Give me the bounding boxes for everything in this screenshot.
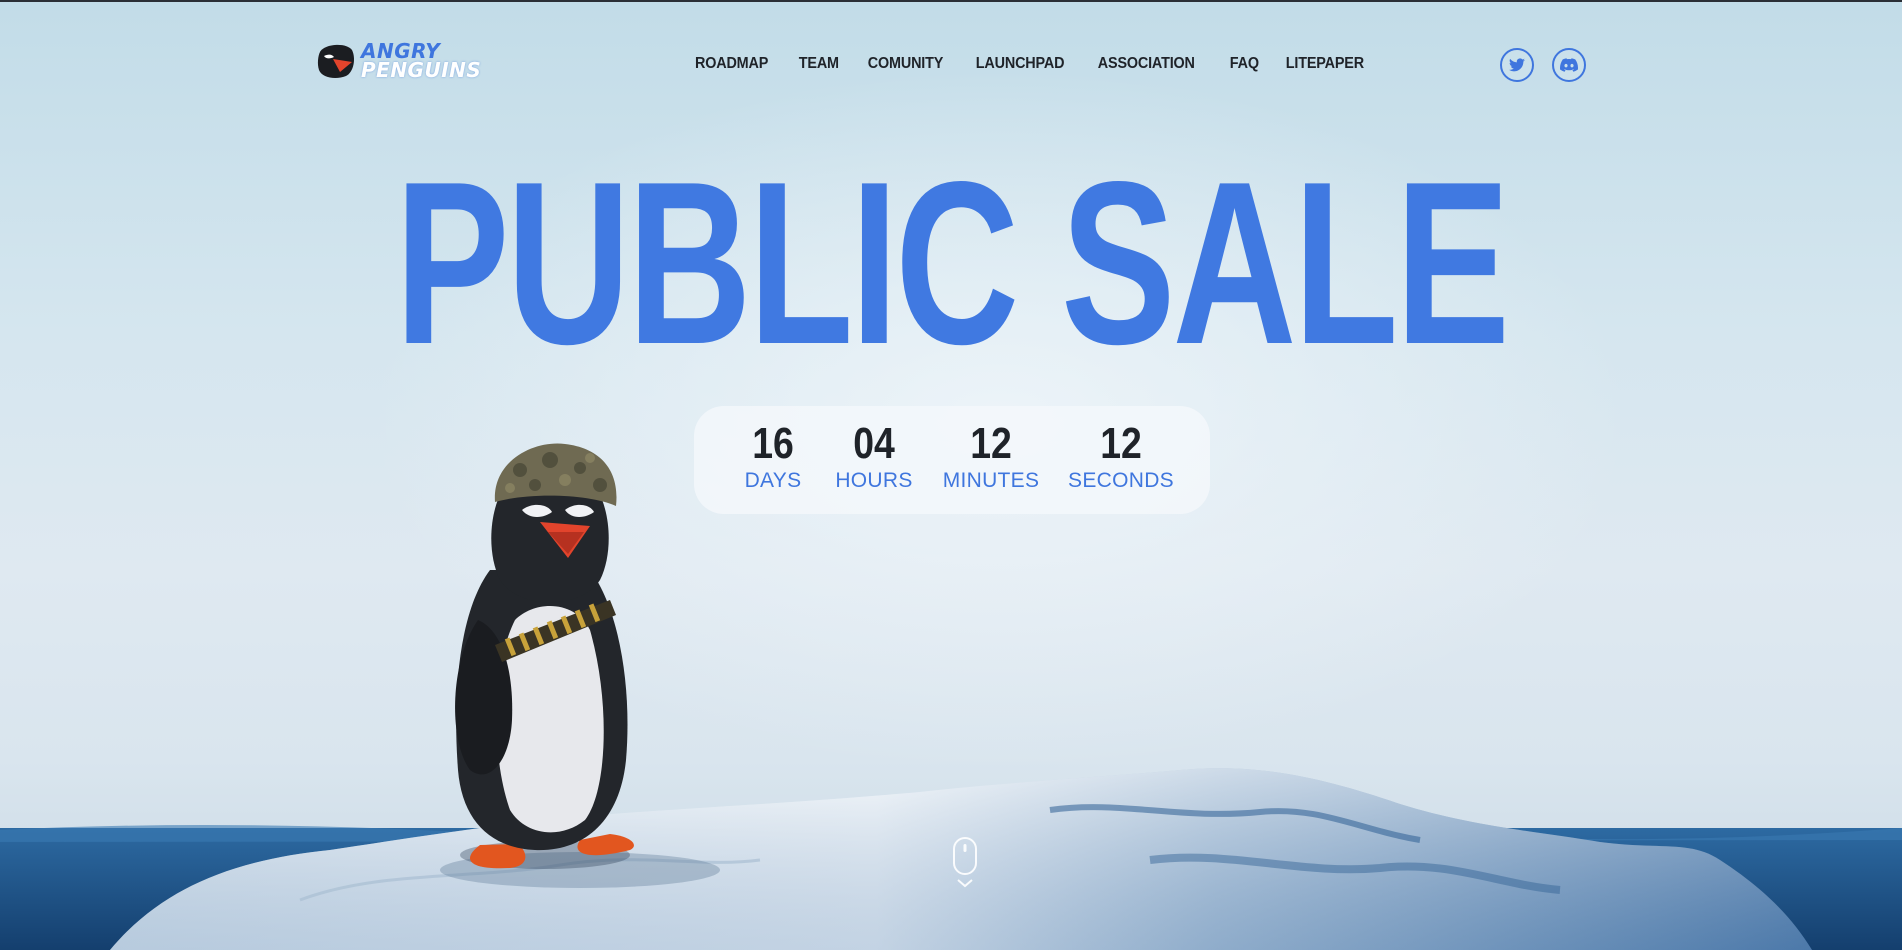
countdown-seconds: 12 SECONDS	[1058, 420, 1184, 494]
nav-litepaper[interactable]: LITEPAPER	[1275, 52, 1375, 76]
countdown-hours-value: 04	[853, 419, 895, 468]
nav-team[interactable]: TEAM	[788, 52, 850, 76]
countdown-days-value: 16	[752, 419, 794, 468]
countdown-days: 16 DAYS	[730, 420, 816, 494]
countdown-minutes-label: MINUTES	[942, 469, 1040, 492]
iceberg-scene	[0, 768, 1902, 950]
countdown-timer: 16 DAYS 04 HOURS 12 MINUTES 12 SECONDS	[694, 406, 1210, 514]
nav-faq[interactable]: FAQ	[1219, 52, 1270, 76]
mouse-scroll-icon[interactable]	[952, 836, 978, 892]
nav-launchpad[interactable]: LAUNCHPAD	[965, 52, 1075, 76]
discord-button[interactable]	[1552, 48, 1586, 82]
brand-wordmark: ANGRY PENGUINS	[361, 41, 482, 82]
nav-roadmap[interactable]: ROADMAP	[695, 52, 779, 76]
main-nav: ROADMAP TEAM COMUNITY LAUNCHPAD ASSOCIAT…	[695, 52, 1386, 76]
countdown-hours: 04 HOURS	[824, 420, 924, 494]
discord-icon	[1560, 58, 1578, 72]
countdown-hours-label: HOURS	[835, 469, 913, 492]
brand-name-line2: PENGUINS	[361, 58, 482, 82]
nav-community[interactable]: COMUNITY	[857, 52, 954, 76]
hero-title: PUBLIC SALE	[394, 134, 1510, 393]
nav-association[interactable]: ASSOCIATION	[1087, 52, 1206, 76]
penguin-mascot-illustration	[455, 443, 634, 869]
penguin-logo-icon	[317, 44, 354, 78]
countdown-minutes: 12 MINUTES	[932, 420, 1050, 494]
countdown-seconds-label: SECONDS	[1068, 469, 1174, 492]
twitter-icon	[1509, 58, 1525, 72]
twitter-button[interactable]	[1500, 48, 1534, 82]
countdown-days-label: DAYS	[744, 469, 802, 492]
brand-logo[interactable]: ANGRY PENGUINS	[316, 40, 481, 84]
countdown-seconds-value: 12	[1100, 419, 1142, 468]
countdown-minutes-value: 12	[970, 419, 1012, 468]
